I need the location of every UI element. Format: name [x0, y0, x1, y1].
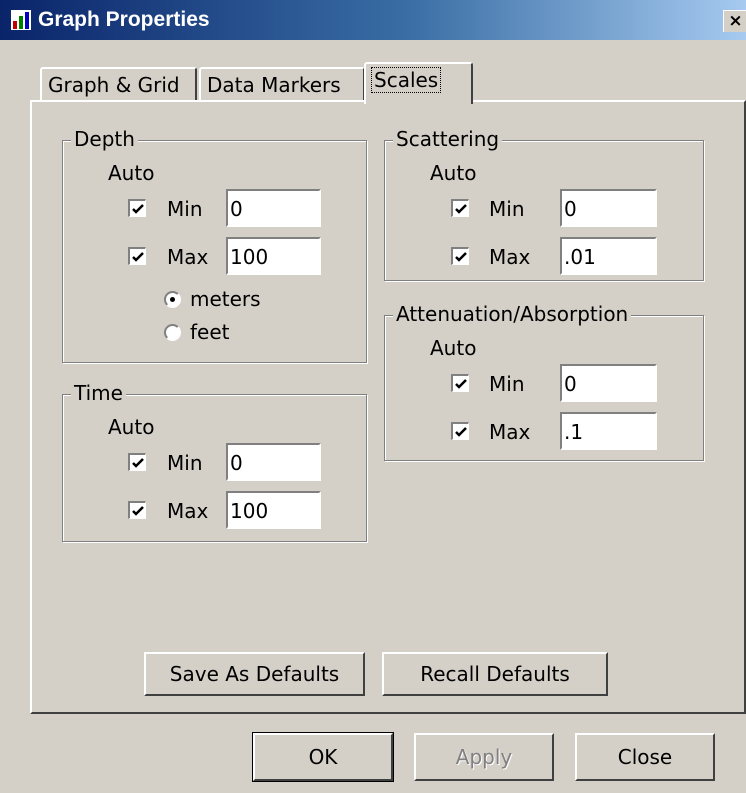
- close-window-button[interactable]: ×: [723, 10, 746, 32]
- meters-label: meters: [190, 287, 261, 311]
- time-max-label: Max: [167, 499, 209, 523]
- time-min-auto-checkbox[interactable]: [128, 453, 146, 471]
- scattering-min-label: Min: [489, 197, 525, 221]
- scattering-max-label: Max: [489, 245, 531, 269]
- time-min-label: Min: [167, 451, 203, 475]
- recall-defaults-button[interactable]: Recall Defaults: [382, 652, 608, 696]
- close-label: Close: [617, 745, 673, 769]
- attenuation-legend: Attenuation/Absorption: [393, 302, 632, 326]
- meters-radio[interactable]: [164, 291, 181, 308]
- time-min-input[interactable]: 0: [226, 443, 321, 481]
- feet-label: feet: [190, 320, 230, 344]
- checkmark-icon: [132, 252, 144, 262]
- attenuation-group: Attenuation/Absorption Auto Min 0 Max .1: [384, 302, 704, 461]
- checkmark-icon: [455, 427, 467, 437]
- scattering-legend: Scattering: [393, 127, 503, 151]
- depth-min-label: Min: [167, 197, 203, 221]
- checkmark-icon: [132, 458, 144, 468]
- depth-min-input[interactable]: 0: [226, 189, 321, 227]
- tab-data-markers[interactable]: Data Markers: [199, 67, 365, 101]
- tab-label: Graph & Grid: [48, 73, 180, 97]
- attenuation-max-input[interactable]: .1: [560, 412, 657, 450]
- scattering-min-auto-checkbox[interactable]: [451, 199, 469, 217]
- tab-label: Data Markers: [207, 73, 341, 97]
- attenuation-min-input[interactable]: 0: [560, 364, 657, 402]
- tab-graph-grid[interactable]: Graph & Grid: [40, 67, 197, 101]
- depth-auto-label: Auto: [108, 161, 155, 185]
- scales-panel: Depth Auto Min 0 Max 100 meters feet Tim…: [30, 100, 746, 714]
- depth-group: Depth Auto Min 0 Max 100 meters feet: [62, 127, 367, 363]
- scattering-min-input[interactable]: 0: [560, 189, 657, 227]
- scattering-max-auto-checkbox[interactable]: [451, 247, 469, 265]
- attenuation-max-auto-checkbox[interactable]: [451, 422, 469, 440]
- time-auto-label: Auto: [108, 415, 155, 439]
- attenuation-auto-label: Auto: [430, 336, 477, 360]
- attenuation-max-label: Max: [489, 420, 531, 444]
- time-max-input[interactable]: 100: [226, 491, 321, 529]
- depth-min-auto-checkbox[interactable]: [128, 199, 146, 217]
- ok-button[interactable]: OK: [252, 732, 394, 782]
- graph-app-icon: [11, 10, 31, 30]
- time-max-auto-checkbox[interactable]: [128, 501, 146, 519]
- time-legend: Time: [71, 381, 126, 405]
- depth-max-label: Max: [167, 245, 209, 269]
- checkmark-icon: [455, 379, 467, 389]
- scattering-max-input[interactable]: .01: [560, 237, 657, 275]
- apply-button[interactable]: Apply: [414, 733, 554, 781]
- tab-scales[interactable]: Scales: [364, 62, 473, 104]
- tab-label: Scales: [370, 67, 442, 93]
- scattering-group: Scattering Auto Min 0 Max .01: [384, 127, 704, 281]
- window-title: Graph Properties: [38, 8, 210, 31]
- time-group: Time Auto Min 0 Max 100: [62, 381, 367, 542]
- ok-label: OK: [308, 745, 338, 769]
- recall-defaults-label: Recall Defaults: [420, 662, 570, 686]
- checkmark-icon: [455, 252, 467, 262]
- attenuation-min-auto-checkbox[interactable]: [451, 374, 469, 392]
- checkmark-icon: [455, 204, 467, 214]
- scattering-auto-label: Auto: [430, 161, 477, 185]
- apply-label: Apply: [455, 745, 513, 769]
- depth-max-auto-checkbox[interactable]: [128, 247, 146, 265]
- radio-dot: [170, 297, 175, 302]
- depth-legend: Depth: [71, 127, 138, 151]
- checkmark-icon: [132, 506, 144, 516]
- save-as-defaults-label: Save As Defaults: [169, 662, 340, 686]
- depth-max-input[interactable]: 100: [226, 237, 321, 275]
- title-bar: Graph Properties ×: [0, 0, 746, 40]
- close-button[interactable]: Close: [575, 733, 715, 781]
- save-as-defaults-button[interactable]: Save As Defaults: [144, 652, 365, 696]
- feet-radio[interactable]: [164, 324, 181, 341]
- attenuation-min-label: Min: [489, 372, 525, 396]
- checkmark-icon: [132, 204, 144, 214]
- close-icon: ×: [728, 11, 743, 31]
